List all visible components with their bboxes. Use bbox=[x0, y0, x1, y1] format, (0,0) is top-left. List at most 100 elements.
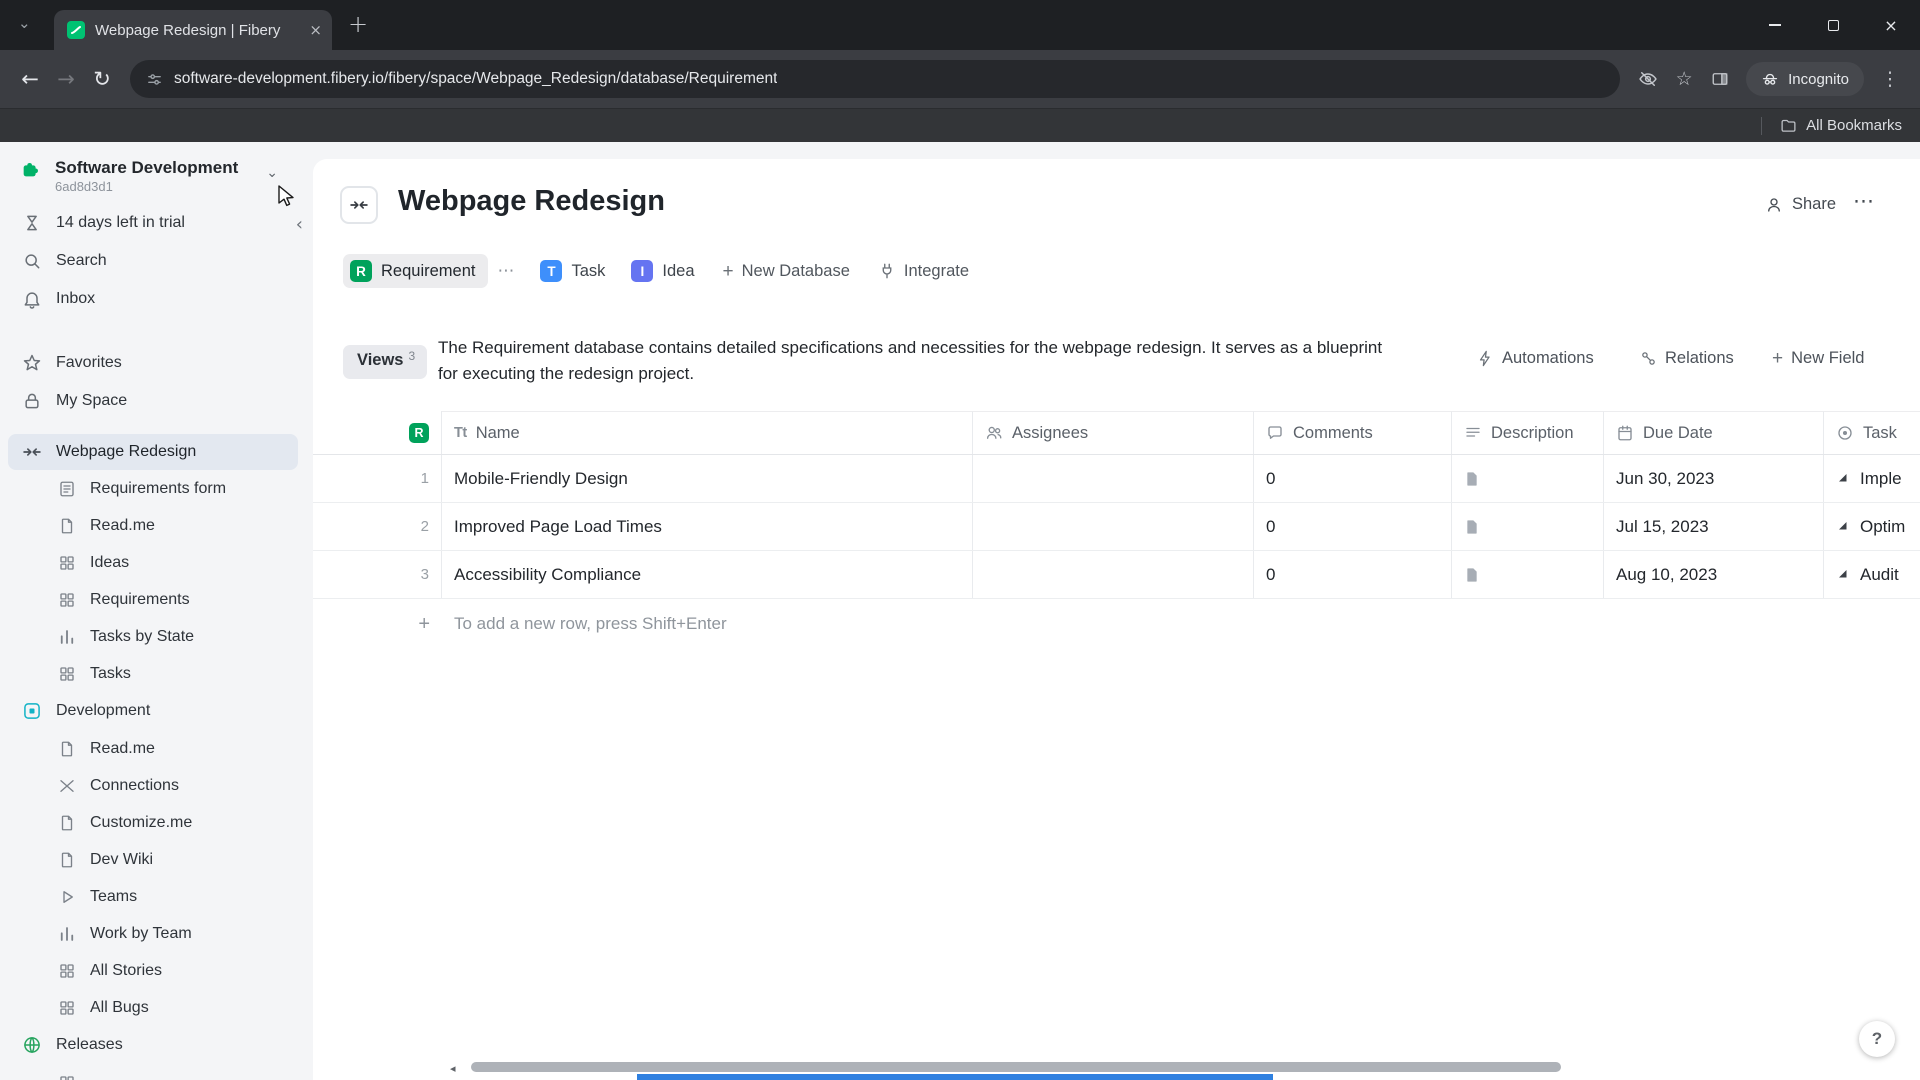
comments-cell[interactable]: 0 bbox=[1254, 551, 1452, 598]
back-icon[interactable]: ← bbox=[12, 67, 48, 91]
column-header-due-date[interactable]: Due Date bbox=[1604, 411, 1824, 454]
sidebar-item-label: Requirements form bbox=[90, 479, 227, 497]
sidebar-item-readme-2[interactable]: Read.me bbox=[0, 730, 306, 767]
description-cell[interactable] bbox=[1452, 551, 1604, 598]
page-more-icon[interactable]: ⋯ bbox=[1853, 189, 1874, 213]
new-tab-button[interactable]: + bbox=[348, 10, 368, 38]
window-close-button[interactable]: × bbox=[1862, 0, 1920, 50]
description-cell[interactable] bbox=[1452, 503, 1604, 550]
browser-tab[interactable]: Webpage Redesign | Fibery × bbox=[54, 10, 332, 50]
requirement-badge: R bbox=[409, 422, 429, 443]
tab-idea[interactable]: I Idea bbox=[631, 260, 695, 282]
sidebar-item-tasks[interactable]: Tasks bbox=[0, 655, 306, 692]
new-database-button[interactable]: + New Database bbox=[723, 262, 850, 281]
column-header-assignees[interactable]: Assignees bbox=[973, 411, 1254, 454]
new-field-button[interactable]: + New Field bbox=[1772, 349, 1864, 368]
requirement-more-icon[interactable]: ⋯ bbox=[497, 261, 514, 281]
sidebar-item-all-stories[interactable]: All Stories bbox=[0, 952, 306, 989]
bookmark-star-icon[interactable]: ☆ bbox=[1666, 68, 1702, 90]
relations-button[interactable]: Relations bbox=[1640, 349, 1734, 368]
sidebar-item-teams[interactable]: Teams bbox=[0, 878, 306, 915]
views-button[interactable]: Views 3 bbox=[343, 345, 428, 379]
site-settings-tune-icon[interactable] bbox=[146, 71, 163, 88]
trial-banner[interactable]: 14 days left in trial bbox=[0, 204, 306, 242]
window-maximize-button[interactable] bbox=[1804, 0, 1862, 50]
table-row[interactable]: 2 Improved Page Load Times 0 Jul 15, 202… bbox=[313, 503, 1920, 551]
sidebar-item-customize-me[interactable]: Customize.me bbox=[0, 804, 306, 841]
url-text[interactable]: software-development.fibery.io/fibery/sp… bbox=[174, 70, 777, 88]
automations-button[interactable]: Automations bbox=[1477, 349, 1594, 368]
description-cell[interactable] bbox=[1452, 455, 1604, 502]
sidebar-item-search[interactable]: Search bbox=[0, 242, 306, 280]
side-panel-icon[interactable] bbox=[1702, 70, 1738, 88]
all-bookmarks-button[interactable]: All Bookmarks bbox=[1806, 117, 1902, 134]
column-header-task[interactable]: Task bbox=[1824, 411, 1920, 454]
sidebar-item-development[interactable]: Development bbox=[0, 692, 306, 730]
workspace-chevron-icon[interactable]: ⌄ bbox=[266, 165, 278, 181]
sidebar-item-connections[interactable]: Connections bbox=[0, 767, 306, 804]
workspace-switcher[interactable]: Software Development 6ad8d3d1 ⌄ bbox=[0, 154, 306, 204]
sidebar-item-label: Connections bbox=[90, 776, 179, 794]
share-button[interactable]: Share bbox=[1765, 195, 1836, 214]
tab-requirement[interactable]: R Requirement bbox=[343, 254, 489, 288]
sidebar-item-readme-1[interactable]: Read.me bbox=[0, 507, 306, 544]
add-row-hint[interactable]: To add a new row, press Shift+Enter bbox=[442, 599, 973, 649]
row-number: 1 bbox=[313, 455, 442, 502]
scrollbar-left-arrow-icon[interactable]: ◂ bbox=[450, 1062, 456, 1075]
tab-strip-chevron-icon[interactable]: ⌄ bbox=[18, 14, 31, 32]
due-date-cell[interactable]: Jun 30, 2023 bbox=[1604, 455, 1824, 502]
sidebar-collapse-button[interactable]: ‹ bbox=[296, 216, 303, 234]
sidebar-item-releases[interactable]: Releases bbox=[0, 1026, 306, 1064]
scrollbar-thumb[interactable] bbox=[471, 1062, 1561, 1072]
assignees-cell[interactable] bbox=[973, 503, 1254, 550]
column-header-description[interactable]: Description bbox=[1452, 411, 1604, 454]
reload-icon[interactable]: ↻ bbox=[84, 67, 120, 91]
share-person-icon bbox=[1768, 197, 1780, 212]
add-row-plus-icon[interactable]: + bbox=[313, 599, 442, 649]
sidebar-item-all-bugs[interactable]: All Bugs bbox=[0, 989, 306, 1026]
help-button[interactable]: ? bbox=[1859, 1021, 1895, 1057]
space-header-icon-button[interactable] bbox=[340, 186, 378, 224]
sidebar-item-tasks-by-state[interactable]: Tasks by State bbox=[0, 618, 306, 655]
task-entity-icon bbox=[1839, 474, 1847, 482]
name-cell[interactable]: Improved Page Load Times bbox=[442, 503, 973, 550]
integrate-button[interactable]: Integrate bbox=[878, 262, 969, 281]
comments-cell[interactable]: 0 bbox=[1254, 503, 1452, 550]
table-row[interactable]: 3 Accessibility Compliance 0 Aug 10, 202… bbox=[313, 551, 1920, 599]
sidebar-item-my-space[interactable]: My Space bbox=[0, 382, 306, 420]
task-cell[interactable]: Imple bbox=[1824, 455, 1920, 502]
task-cell[interactable]: Audit bbox=[1824, 551, 1920, 598]
sidebar-item-requirements[interactable]: Requirements bbox=[0, 581, 306, 618]
sidebar-item-dev-wiki[interactable]: Dev Wiki bbox=[0, 841, 306, 878]
window-minimize-button[interactable] bbox=[1746, 0, 1804, 50]
sidebar-item-webpage-redesign[interactable]: Webpage Redesign bbox=[8, 434, 298, 470]
forward-icon[interactable]: → bbox=[48, 67, 84, 91]
table-row[interactable]: 1 Mobile-Friendly Design 0 Jun 30, 2023 … bbox=[313, 455, 1920, 503]
sidebar-item-favorites[interactable]: Favorites bbox=[0, 344, 306, 382]
database-description[interactable]: The Requirement database contains detail… bbox=[438, 335, 1382, 387]
column-header-comments[interactable]: Comments bbox=[1254, 411, 1452, 454]
sidebar-item-label: Requirements bbox=[90, 590, 190, 608]
add-row[interactable]: + To add a new row, press Shift+Enter bbox=[313, 599, 1920, 649]
task-cell[interactable]: Optim bbox=[1824, 503, 1920, 550]
address-bar[interactable]: software-development.fibery.io/fibery/sp… bbox=[130, 60, 1621, 98]
sidebar-item-ideas[interactable]: Ideas bbox=[0, 544, 306, 581]
due-date-cell[interactable]: Aug 10, 2023 bbox=[1604, 551, 1824, 598]
tab-close-icon[interactable]: × bbox=[309, 22, 322, 38]
due-date-cell[interactable]: Jul 15, 2023 bbox=[1604, 503, 1824, 550]
horizontal-scrollbar[interactable]: ◂ bbox=[450, 1060, 1920, 1075]
comments-cell[interactable]: 0 bbox=[1254, 455, 1452, 502]
sidebar-item-requirements-form[interactable]: Requirements form bbox=[0, 470, 306, 507]
assignees-cell[interactable] bbox=[973, 455, 1254, 502]
browser-menu-kebab-icon[interactable]: ⋮ bbox=[1872, 68, 1908, 90]
name-cell[interactable]: Mobile-Friendly Design bbox=[442, 455, 973, 502]
sidebar-item-label: Tasks by State bbox=[90, 627, 195, 645]
tab-task[interactable]: T Task bbox=[540, 260, 605, 282]
sidebar-item-partial[interactable] bbox=[0, 1064, 306, 1080]
assignees-cell[interactable] bbox=[973, 551, 1254, 598]
name-cell[interactable]: Accessibility Compliance bbox=[442, 551, 973, 598]
sidebar-item-inbox[interactable]: Inbox bbox=[0, 280, 306, 318]
eye-off-icon[interactable] bbox=[1630, 69, 1666, 89]
sidebar-item-work-by-team[interactable]: Work by Team bbox=[0, 915, 306, 952]
column-header-name[interactable]: Tt Name bbox=[442, 411, 973, 454]
